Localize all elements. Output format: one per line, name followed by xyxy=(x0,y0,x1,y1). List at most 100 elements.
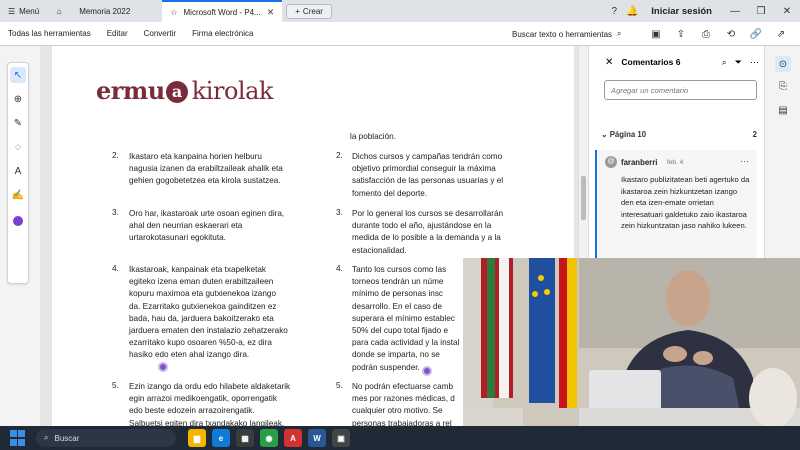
comments-header: ✕ Comentarios 6 ⌕ ⏷ ⋯ xyxy=(589,52,765,72)
menu-label: Menú xyxy=(19,6,40,16)
text-line: da. Ezarritako gutxienekoa gainditzen ez xyxy=(129,301,277,311)
comment-panel-icon[interactable]: ⊙ xyxy=(775,56,791,72)
left-para-4: Ikastaroak, kanpainak eta txapelketak eg… xyxy=(129,264,309,362)
lasso-icon[interactable]: ◌ xyxy=(10,139,26,155)
taskbar-search[interactable]: ⌕ Buscar xyxy=(36,429,176,447)
new-tab-button[interactable]: + Crear xyxy=(286,3,332,19)
close-tab-icon[interactable]: ✕ xyxy=(267,7,275,18)
text-line: hasiko edo eten ahal izango dira. xyxy=(129,350,250,360)
text-line: satisfacción de las personas usuarias y … xyxy=(352,176,504,186)
print-icon[interactable]: ⎙ xyxy=(696,29,716,40)
signin-button[interactable]: Iniciar sesión xyxy=(641,6,722,17)
search-icon[interactable]: ⌕ xyxy=(722,57,727,68)
close-panel-icon[interactable]: ✕ xyxy=(605,57,613,68)
filter-icon[interactable]: ⏷ xyxy=(735,57,742,68)
text-line: bada, hau da, jarduera bakoitzerako eta xyxy=(129,313,274,323)
maximize-icon[interactable]: ❐ xyxy=(748,0,774,22)
upload-icon[interactable]: ⇪ xyxy=(671,29,691,40)
text-line: durante todo el año, ajustándose en la xyxy=(352,221,492,231)
left-para-5: Ezin izango da ordu edo hilabete aldaket… xyxy=(129,381,309,430)
color-picker-icon[interactable] xyxy=(10,213,26,229)
new-tab-label: Crear xyxy=(302,6,323,16)
tab-bar: ☰ Menú ⌂ Memoria 2022 ☆ Microsoft Word -… xyxy=(0,0,800,22)
home-icon[interactable]: ⌂ xyxy=(47,0,71,22)
add-comment-input[interactable]: Agregar un comentario xyxy=(604,80,757,100)
link-icon[interactable]: 🔗 xyxy=(746,29,766,40)
text-line: estacionalidad. xyxy=(352,245,407,255)
word-icon[interactable]: W xyxy=(308,429,326,447)
menu-button[interactable]: ☰ Menú xyxy=(0,0,47,22)
more-options-icon[interactable]: ⋯ xyxy=(750,57,759,68)
text-line: ezarritako kupo osoaren %50-a, ez dira xyxy=(129,338,272,348)
search-icon: ⌕ xyxy=(617,29,622,38)
text-line: jarduera ematen den instalazio zehatzera… xyxy=(129,326,288,336)
comment-author: faranberri xyxy=(621,158,658,167)
close-window-icon[interactable]: ✕ xyxy=(774,0,800,22)
file-explorer-icon[interactable]: ▆ xyxy=(188,429,206,447)
convert-menu[interactable]: Convertir xyxy=(136,29,184,38)
page-label: Página 10 xyxy=(609,130,647,139)
search-tools[interactable]: Buscar texto o herramientas ⌕ xyxy=(512,22,622,46)
edge-icon[interactable]: e xyxy=(212,429,230,447)
app-icon[interactable]: ▣ xyxy=(332,429,350,447)
comment-card[interactable]: @ faranberri feb. 4 ⋯ Ikastaro publizita… xyxy=(595,150,757,260)
item-number: 4. xyxy=(112,264,119,273)
comment-body: Ikastaro publizitatean beti agertuko da … xyxy=(621,175,750,230)
all-tools-menu[interactable]: Todas las herramientas xyxy=(0,29,99,38)
left-para-2: Ikastaro eta kanpaina horien helburu nag… xyxy=(129,151,309,188)
share-icon[interactable]: ⟲ xyxy=(721,29,741,40)
logo-word-ermu: ermu xyxy=(96,76,165,105)
store-icon[interactable]: ▦ xyxy=(236,429,254,447)
chrome-icon[interactable]: ◉ xyxy=(260,429,278,447)
acrobat-icon[interactable]: A xyxy=(284,429,302,447)
tab-label: Microsoft Word - P4... xyxy=(183,7,261,17)
esign-menu[interactable]: Firma electrónica xyxy=(184,29,261,38)
comments-title: Comentarios 6 xyxy=(621,57,681,67)
text-line: urtarokotasunari egokituta. xyxy=(129,233,226,243)
select-cursor-icon[interactable]: ↖ xyxy=(10,67,26,83)
comment-more-icon[interactable]: ⋯ xyxy=(740,156,749,167)
share-file-icon[interactable]: ⇗ xyxy=(771,29,791,40)
text-line: kopuru maximoa eta gutxienekoa izango xyxy=(129,289,277,299)
right-para-2: Dichos cursos y campañas tendrán como ob… xyxy=(352,151,542,200)
taskbar-search-label: Buscar xyxy=(54,433,80,443)
text-line: objetivo primordial conseguir la máxima xyxy=(352,164,496,174)
text-line: nagusia izanen da erabiltzaileak ahalik … xyxy=(129,164,283,174)
comment-marker-icon[interactable] xyxy=(158,362,168,372)
text-line: edo beste edozein arrazoirengatik. xyxy=(129,406,255,416)
windows-start-icon[interactable] xyxy=(10,430,26,446)
help-icon[interactable]: ? xyxy=(605,0,623,22)
presenter-video-image xyxy=(463,258,800,426)
item-number: 3. xyxy=(112,208,119,217)
edit-menu[interactable]: Editar xyxy=(99,29,136,38)
scroll-thumb[interactable] xyxy=(581,176,586,220)
plus-icon: + xyxy=(295,6,300,16)
bell-icon[interactable]: 🔔 xyxy=(623,0,641,22)
item-number: 3. xyxy=(336,208,343,217)
comment-marker-icon[interactable] xyxy=(422,366,432,376)
text-line: Oro har, ikastaroak urte osoan eginen di… xyxy=(129,209,285,218)
gift-icon[interactable]: ▣ xyxy=(646,29,666,40)
text-line: Ikastaroak, kanpainak eta txapelketak xyxy=(129,265,266,274)
tab-memoria[interactable]: Memoria 2022 xyxy=(71,0,138,22)
tab-word[interactable]: ☆ Microsoft Word - P4... ✕ xyxy=(162,0,283,22)
minimize-icon[interactable]: — xyxy=(722,0,748,22)
star-icon[interactable]: ☆ xyxy=(170,8,177,17)
logo-word-kirolak: kirolak xyxy=(191,77,274,105)
item-number: 5. xyxy=(336,381,343,390)
fill-sign-icon[interactable]: ✍ xyxy=(10,187,26,203)
zoom-icon[interactable]: ⊕ xyxy=(10,91,26,107)
video-feed xyxy=(463,258,800,426)
text-line: egiteko izena eman duten erabiltzaileen xyxy=(129,277,274,287)
text-box-icon[interactable]: A xyxy=(10,163,26,179)
pen-icon[interactable]: ✎ xyxy=(10,115,26,131)
text-line: medida de lo posible a la demanda y a la xyxy=(352,233,501,243)
search-label: Buscar texto o herramientas xyxy=(512,29,613,39)
page-group-header[interactable]: ⌄ Página 10 2 xyxy=(601,130,757,139)
pages-icon[interactable]: ▤ xyxy=(775,102,791,118)
item-number: 5. xyxy=(112,381,119,390)
search-icon: ⌕ xyxy=(44,433,49,442)
bookmark-icon[interactable]: ⎘ xyxy=(775,78,791,94)
toolbox: ↖ ⊕ ✎ ◌ A ✍ xyxy=(7,62,29,284)
logo-a-mark: a xyxy=(165,81,188,103)
